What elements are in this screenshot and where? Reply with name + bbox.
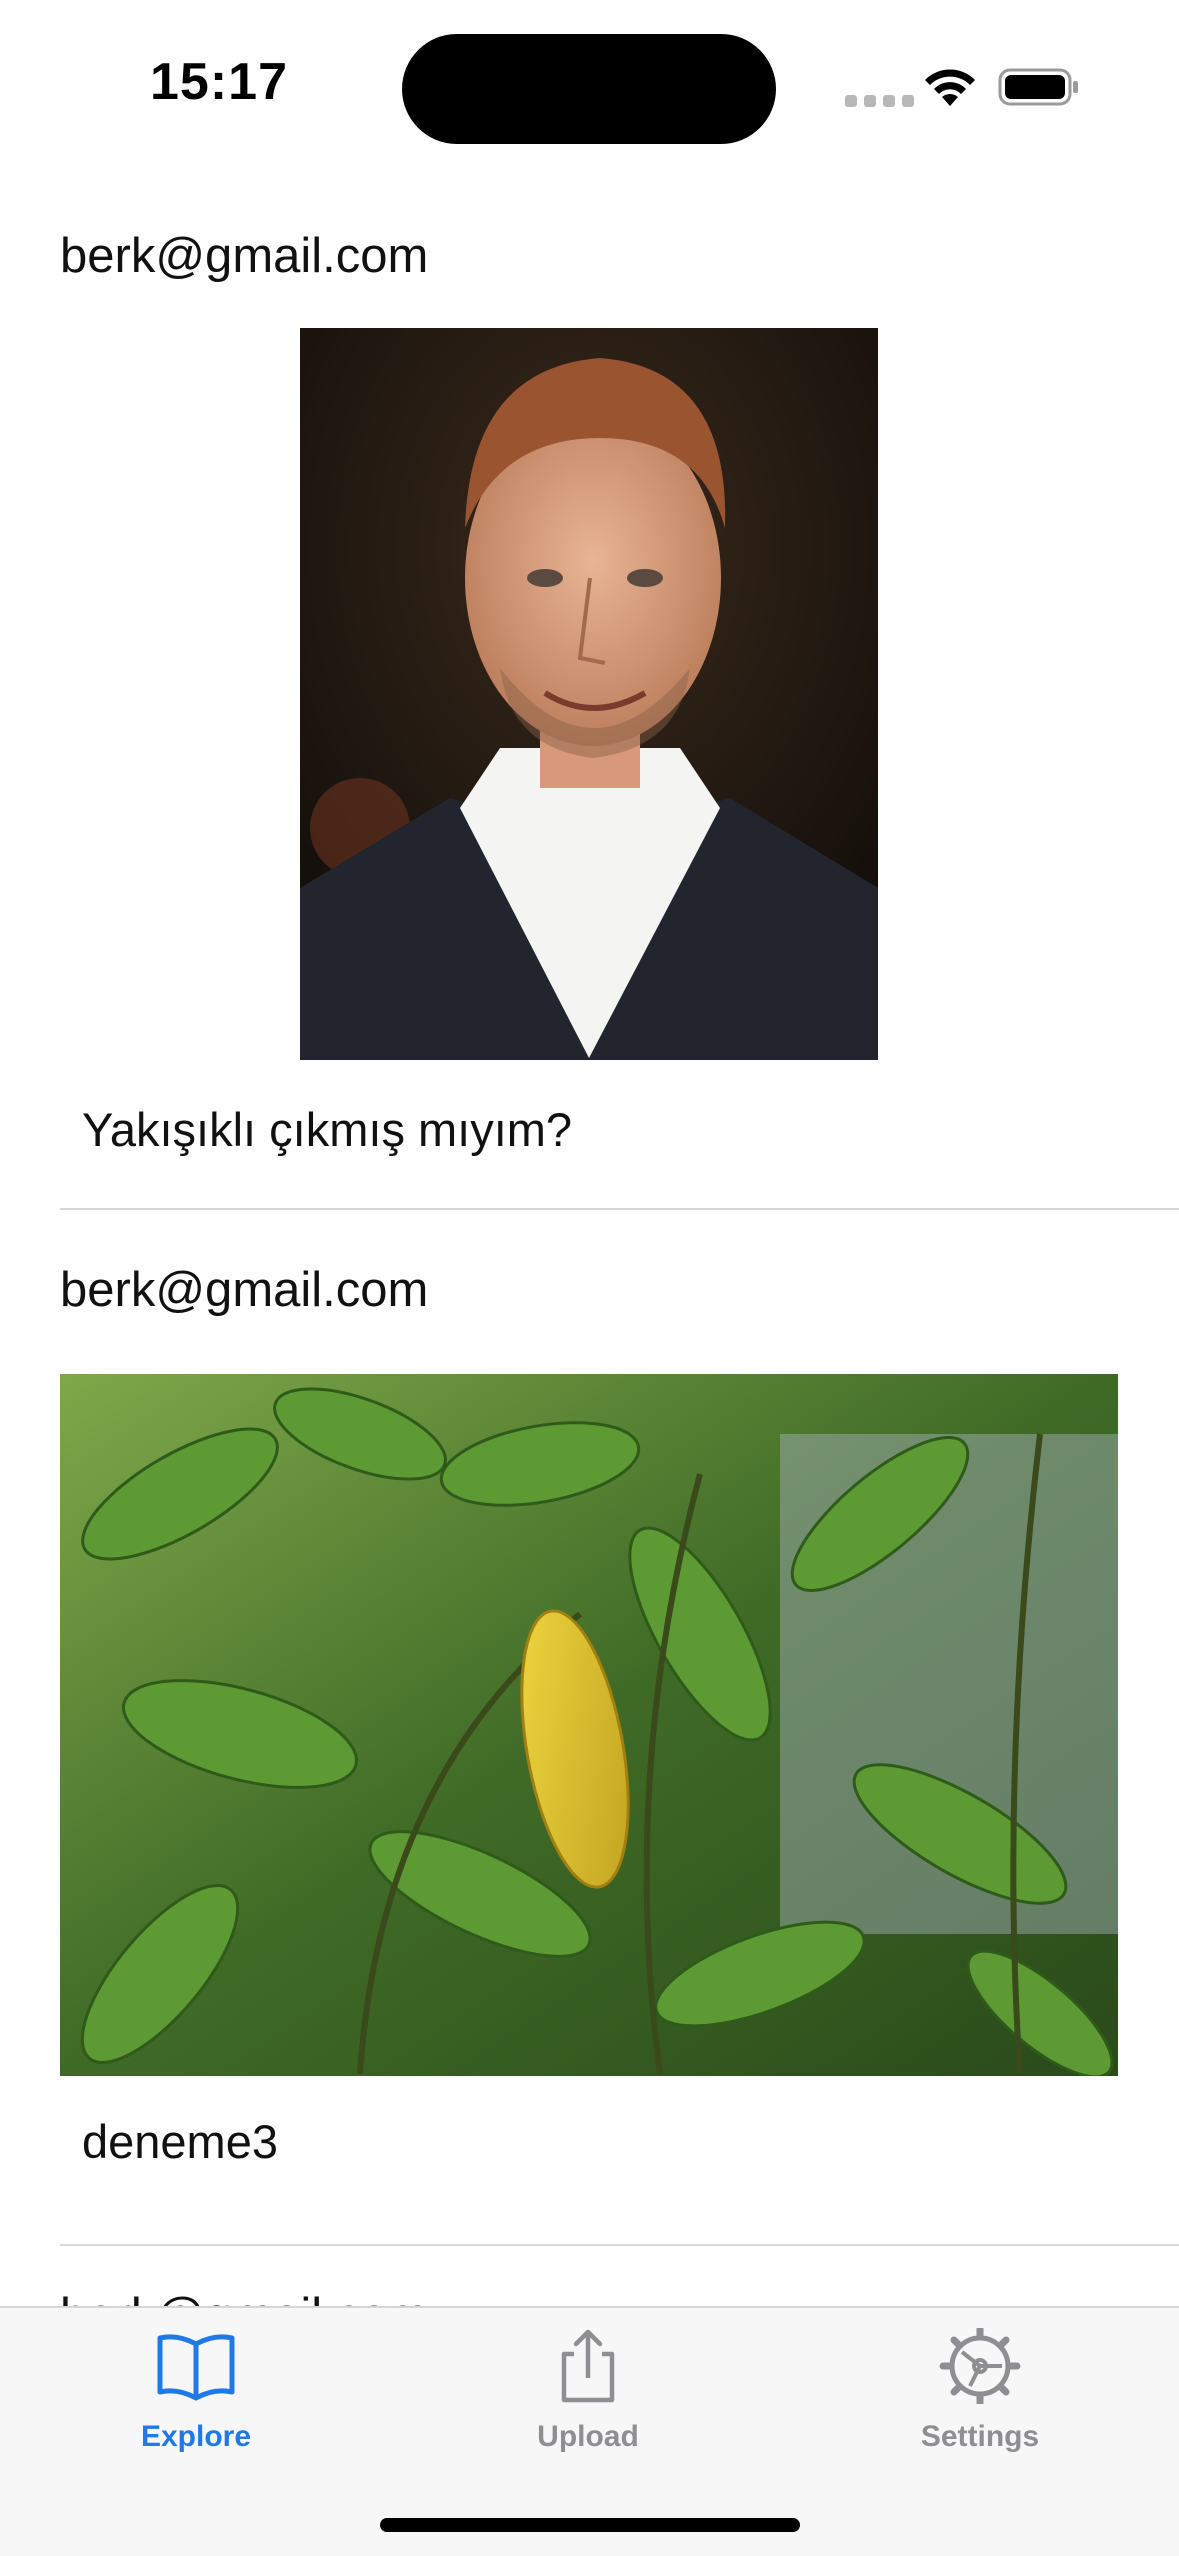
battery-icon [998, 68, 1078, 106]
feed-post: berk@gmail.com [0, 160, 1179, 1210]
post-divider [60, 2244, 1179, 2246]
dynamic-island [402, 34, 776, 144]
cellular-signal-icon [845, 95, 914, 107]
book-icon [157, 2334, 235, 2401]
post-author-email: berk@gmail.com [60, 229, 429, 283]
tab-label: Upload [537, 2420, 639, 2453]
post-image [60, 1374, 1118, 2076]
plant-leaves-photo [60, 1374, 1118, 2076]
post-image [300, 328, 878, 1060]
tab-upload[interactable]: Upload [438, 2308, 738, 2468]
tab-explore[interactable]: Explore [46, 2308, 346, 2468]
share-upload-icon [561, 2329, 615, 2403]
status-bar: 15:17 [0, 0, 1179, 160]
post-author-email: berk@gmail.com [60, 1263, 429, 1317]
home-indicator [380, 2518, 800, 2532]
screen: 15:17 berk@gmail.com Yakışıklı çıkmış mı… [0, 0, 1179, 2556]
post-author-email: berk@gmail.com [60, 2288, 428, 2306]
tab-label: Settings [920, 2420, 1040, 2453]
status-time: 15:17 [150, 53, 288, 111]
wifi-icon [925, 69, 975, 106]
tab-settings[interactable]: Settings [830, 2308, 1130, 2468]
portrait-photo [300, 328, 878, 1060]
post-caption: deneme3 [82, 2115, 278, 2168]
post-caption: Yakışıklı çıkmış mıyım? [82, 1103, 573, 1156]
gear-icon [939, 2328, 1021, 2404]
feed-list[interactable]: berk@gmail.com Yakışıklı çıkmış mıyım? b… [0, 160, 1179, 2306]
tab-label: Explore [140, 2420, 252, 2453]
feed-post: berk@gmail.com [0, 1210, 1179, 2246]
